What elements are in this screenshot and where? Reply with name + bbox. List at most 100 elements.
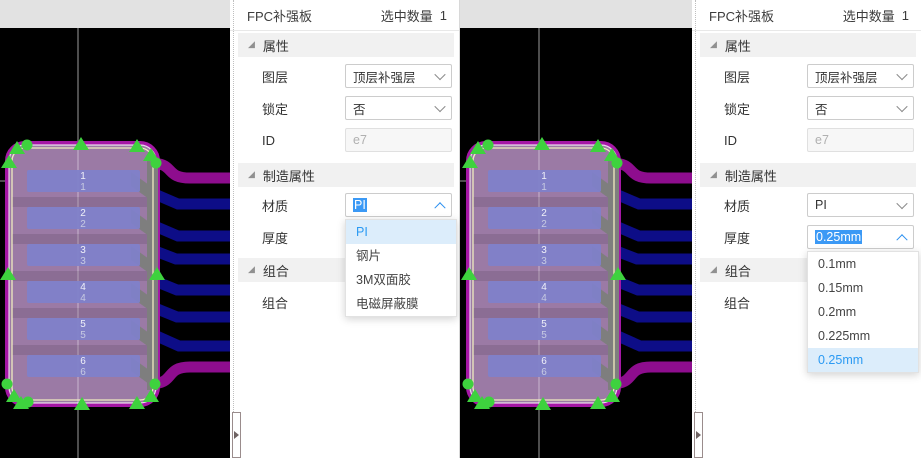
- section-manufacturing-label: 制造属性: [263, 166, 315, 185]
- pad-net-label: 1: [541, 182, 547, 193]
- panel-resizer[interactable]: [233, 0, 234, 458]
- dropdown-option-020[interactable]: 0.2mm: [808, 300, 918, 324]
- pad-net-label: 4: [80, 293, 86, 304]
- section-manufacturing[interactable]: ◢ 制造属性: [700, 163, 916, 187]
- selection-handle[interactable]: [483, 140, 494, 151]
- lock-row: 锁定 否: [724, 96, 916, 120]
- substrate-band: [12, 308, 153, 318]
- dropdown-option-emi[interactable]: 电磁屏蔽膜: [346, 292, 456, 316]
- selected-count: 选中数量1: [843, 6, 909, 25]
- canvas-toolbar-strip: [460, 0, 692, 28]
- lock-label: 锁定: [724, 99, 807, 118]
- dropdown-option-010[interactable]: 0.1mm: [808, 252, 918, 276]
- lock-row: 锁定 否: [262, 96, 454, 120]
- section-properties[interactable]: ◢ 属性: [238, 33, 454, 57]
- layer-label: 图层: [724, 67, 807, 86]
- material-row: 材质 PI: [262, 193, 454, 217]
- layer-row: 图层 顶层补强层: [262, 64, 454, 88]
- panel-resizer[interactable]: [695, 0, 696, 458]
- selection-handle[interactable]: [23, 397, 34, 408]
- section-collapse-icon: ◢: [710, 39, 717, 50]
- collapse-arrow-icon: [234, 431, 239, 439]
- pad-number: 4: [541, 282, 547, 293]
- pad-number: 1: [541, 171, 547, 182]
- chevron-up-icon: [896, 234, 907, 245]
- pad-net-label: 5: [80, 330, 86, 341]
- substrate-band: [12, 271, 153, 281]
- chevron-down-icon: [896, 101, 907, 112]
- section-collapse-icon: ◢: [248, 264, 255, 275]
- selected-count: 选中数量1: [381, 6, 447, 25]
- thickness-dropdown: 0.1mm 0.15mm 0.2mm 0.225mm 0.25mm: [807, 251, 919, 373]
- section-collapse-icon: ◢: [248, 169, 255, 180]
- section-collapse-icon: ◢: [710, 169, 717, 180]
- selection-handle[interactable]: [22, 140, 33, 151]
- section-properties-label: 属性: [263, 36, 289, 55]
- pad-number: 3: [541, 245, 547, 256]
- selection-handle[interactable]: [151, 158, 162, 169]
- material-select[interactable]: PI: [345, 193, 452, 217]
- pad-number: 2: [80, 208, 86, 219]
- pad-net-label: 2: [541, 219, 547, 230]
- selection-handle[interactable]: [150, 379, 161, 390]
- thickness-label: 厚度: [724, 228, 807, 247]
- pad-number: 2: [541, 208, 547, 219]
- properties-panel-right: FPC补强板 选中数量1 ◢ 属性 图层 顶层补强层 锁定 否 ID e7: [692, 0, 921, 458]
- pad-net-label: 1: [80, 182, 86, 193]
- pcb-canvas-right[interactable]: 112233445566: [460, 0, 692, 458]
- section-properties-label: 属性: [725, 36, 751, 55]
- dropdown-option-025[interactable]: 0.25mm: [808, 348, 918, 372]
- selection-handle[interactable]: [612, 158, 623, 169]
- pad-number: 1: [80, 171, 86, 182]
- selection-handle[interactable]: [463, 379, 474, 390]
- section-collapse-icon: ◢: [710, 264, 717, 275]
- panel-collapse-handle[interactable]: [694, 412, 703, 458]
- id-input: e7: [345, 128, 452, 152]
- section-collapse-icon: ◢: [248, 39, 255, 50]
- pad-net-label: 2: [80, 219, 86, 230]
- pad-number: 4: [80, 282, 86, 293]
- substrate-band: [473, 271, 614, 281]
- section-manufacturing-label: 制造属性: [725, 166, 777, 185]
- chevron-down-icon: [434, 69, 445, 80]
- lock-select[interactable]: 否: [807, 96, 914, 120]
- dropdown-option-3m[interactable]: 3M双面胶: [346, 268, 456, 292]
- selection-handle[interactable]: [2, 379, 13, 390]
- dropdown-option-0225[interactable]: 0.225mm: [808, 324, 918, 348]
- substrate-band: [12, 345, 153, 355]
- material-row: 材质 PI: [724, 193, 916, 217]
- selection-handle[interactable]: [484, 397, 495, 408]
- layer-select[interactable]: 顶层补强层: [807, 64, 914, 88]
- substrate-band: [473, 234, 614, 244]
- substrate-band: [12, 197, 153, 207]
- group-label: 组合: [262, 293, 345, 312]
- app-window: 112233445566 FPC补强板 选中数量1 ◢ 属性 图层 顶层补强层 …: [0, 0, 921, 458]
- canvas-toolbar-strip: [0, 0, 230, 28]
- lock-select[interactable]: 否: [345, 96, 452, 120]
- section-manufacturing[interactable]: ◢ 制造属性: [238, 163, 454, 187]
- group-label: 组合: [724, 293, 807, 312]
- pcb-canvas-left[interactable]: 112233445566: [0, 0, 230, 458]
- id-row: ID e7: [262, 128, 454, 152]
- dropdown-option-steel[interactable]: 钢片: [346, 244, 456, 268]
- thickness-select[interactable]: 0.25mm: [807, 225, 914, 249]
- id-label: ID: [724, 133, 807, 148]
- substrate-band: [12, 234, 153, 244]
- thickness-row: 厚度 0.25mm: [724, 225, 916, 249]
- layer-row: 图层 顶层补强层: [724, 64, 916, 88]
- selection-handle[interactable]: [611, 379, 622, 390]
- dropdown-option-pi[interactable]: PI: [346, 220, 456, 244]
- id-row: ID e7: [724, 128, 916, 152]
- panel-collapse-handle[interactable]: [232, 412, 241, 458]
- substrate-band: [473, 197, 614, 207]
- material-dropdown: PI 钢片 3M双面胶 电磁屏蔽膜: [345, 219, 457, 317]
- layer-select[interactable]: 顶层补强层: [345, 64, 452, 88]
- lock-label: 锁定: [262, 99, 345, 118]
- section-properties[interactable]: ◢ 属性: [700, 33, 916, 57]
- dropdown-option-015[interactable]: 0.15mm: [808, 276, 918, 300]
- chevron-down-icon: [896, 198, 907, 209]
- pad-net-label: 4: [541, 293, 547, 304]
- material-select[interactable]: PI: [807, 193, 914, 217]
- chevron-down-icon: [896, 69, 907, 80]
- pad-net-label: 6: [80, 367, 86, 378]
